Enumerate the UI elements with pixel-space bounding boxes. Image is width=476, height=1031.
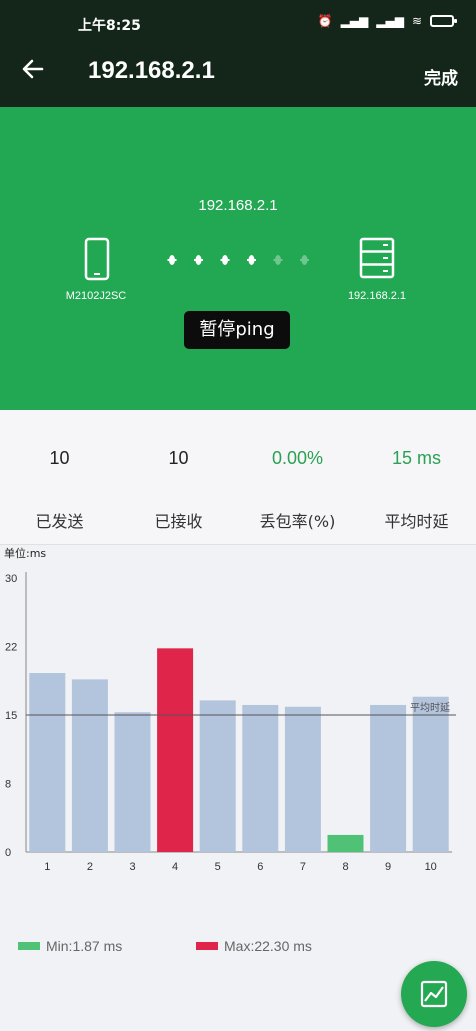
chart-icon [420,980,448,1008]
y-tick-label: 30 [5,573,17,585]
average-line-label: 平均时延 [410,702,450,714]
stat-avg-latency-label: 平均时延 [384,512,449,531]
target-ip: 192.168.2.1 [198,197,278,214]
pause-ping-button[interactable]: 暂停ping [184,311,290,349]
legend-min: Min:1.87 ms [18,938,122,954]
x-tick-label: 9 [385,861,391,873]
stat-loss-value: 0.00% [271,448,324,468]
legend-max: Max:22.30 ms [196,938,312,954]
server-icon [359,237,395,279]
back-arrow-icon[interactable] [20,56,50,86]
x-tick-label: 7 [300,861,306,873]
legend-max-swatch [196,942,218,950]
page-title: 192.168.2.1 [88,57,215,84]
stats-panel: 10 已发送 10 已接收 0.00% 丢包率(%) 15 ms 平均时延 [0,410,476,545]
chart-bar [71,679,108,852]
stat-received-label: 已接收 [154,512,203,531]
phone-icon [84,237,110,281]
chart-bar [284,706,321,852]
battery-icon [430,15,457,27]
progress-dot [273,255,283,265]
wifi-icon: ≋ [411,14,422,28]
ping-hero: 192.168.2.1 M2102J2SC 192.168.2.1 暂停ping [0,107,476,410]
progress-dot [167,255,177,265]
progress-dot [220,255,230,265]
x-tick-label: 6 [257,861,263,873]
stat-sent-value: 10 [49,448,70,468]
y-tick-label: 15 [5,710,17,722]
chart-bar [242,704,279,852]
y-tick-label: 22 [5,642,17,654]
latency-chart: 单位:ms 0 8 15 22 30 1 2 3 4 5 6 7 8 9 10 平均时延 [4,546,456,873]
chart-bar [114,712,151,852]
app-bar: 192.168.2.1 完成 [0,40,476,107]
progress-dot [194,255,203,265]
ping-progress-dots [167,255,309,265]
x-tick-label: 3 [129,861,135,873]
done-button[interactable]: 完成 [424,64,458,89]
x-tick-label: 4 [172,861,178,873]
y-tick-label: 8 [5,779,11,791]
y-tick-label: 0 [5,847,11,859]
legend-max-label: Max:22.30 ms [224,938,312,954]
device-label: M2102J2SC [65,290,127,302]
chart-bar [199,700,236,852]
chart-bar [157,648,194,852]
chart-fab-button[interactable] [401,961,467,1027]
chart-bar [412,696,449,852]
progress-dot [300,255,309,265]
chart-bar [29,672,66,852]
x-tick-label: 10 [425,861,437,873]
status-icons: ⏰ ▂▄▆ ▂▄▆ ≋ [317,14,457,28]
x-tick-label: 1 [44,861,50,873]
signal-2-icon: ▂▄▆ [376,14,404,28]
stat-received-value: 10 [168,448,189,468]
signal-icon: ▂▄▆ [340,14,369,28]
alarm-icon: ⏰ [317,14,333,28]
x-tick-label: 2 [87,861,93,873]
status-time: 上午8:25 [78,18,141,34]
x-tick-label: 5 [215,861,221,873]
chart-bar [327,834,364,852]
status-bar: 上午8:25 ⏰ ▂▄▆ ▂▄▆ ≋ [0,0,476,40]
legend-min-swatch [18,942,40,950]
stat-sent-label: 已发送 [35,512,84,531]
server-label: 192.168.2.1 [347,290,407,302]
x-tick-label: 8 [342,861,348,873]
stat-avg-latency-value: 15 ms [391,448,442,468]
y-axis-unit-label: 单位:ms [4,546,46,560]
stat-loss-label: 丢包率(%) [259,512,336,531]
legend-min-label: Min:1.87 ms [46,938,123,954]
progress-dot [247,255,256,265]
chart-bar [370,704,407,852]
